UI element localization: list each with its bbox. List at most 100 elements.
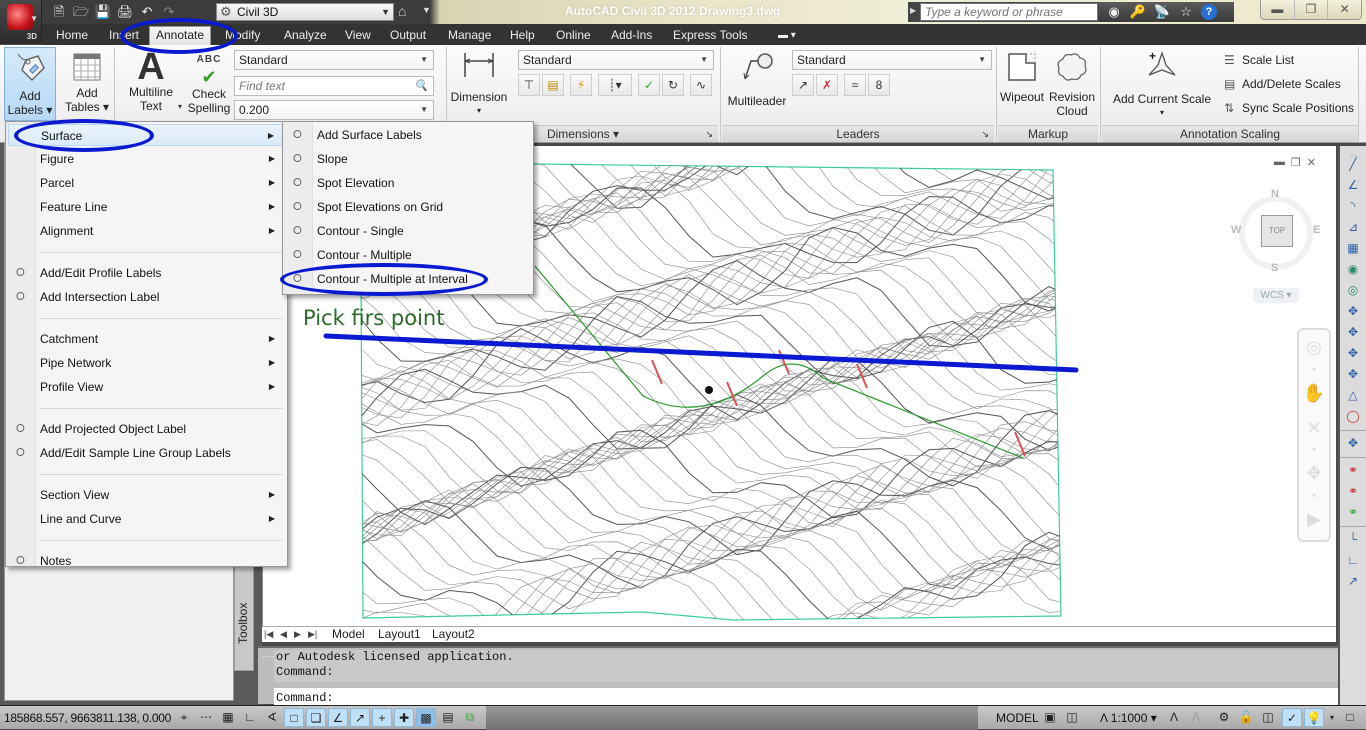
submenu-item-spot-elevations-on-grid[interactable]: ⭘ Spot Elevations on Grid (285, 196, 531, 218)
point-snap-icon[interactable]: ✥ (1340, 301, 1366, 322)
point-select-icon[interactable]: ✥ (1340, 343, 1366, 364)
tab-online[interactable]: Online (550, 27, 597, 45)
application-menu-button[interactable]: ▼ 3D (0, 0, 42, 44)
viewport-restore-icon[interactable]: ❐ (1291, 156, 1301, 169)
toolbar-lock-icon[interactable]: 🔓 (1236, 708, 1256, 727)
compass-west[interactable]: W (1231, 224, 1241, 236)
menu-item-profile-view[interactable]: Profile View ▶ (8, 376, 285, 398)
pan-hand-icon[interactable]: ✋ (1299, 376, 1329, 410)
last-layout-icon[interactable]: ▶| (308, 627, 317, 642)
open-icon[interactable]: 🗁 (72, 3, 90, 21)
dimension-text-edit-icon[interactable]: ▤ (542, 74, 564, 96)
ortho-mode-icon[interactable]: ∟ (240, 708, 260, 727)
tab-help[interactable]: Help (504, 27, 541, 45)
menu-item-catchment[interactable]: Catchment ▶ (8, 328, 285, 350)
station-marker-icon[interactable]: ◯ (1340, 406, 1366, 427)
key-icon[interactable]: 🔑 (1129, 4, 1147, 20)
polar-tracking-icon[interactable]: ∢ (262, 708, 282, 727)
menu-item-add-intersection-label[interactable]: ⭘ Add Intersection Label (8, 286, 285, 308)
menu-item-section-view[interactable]: Section View ▶ (8, 484, 285, 506)
slope-tool-icon[interactable]: ∠ (1340, 175, 1366, 196)
tab-model[interactable]: Model (332, 627, 365, 642)
clean-screen-icon[interactable]: □ (1340, 708, 1360, 727)
grid-display-icon[interactable]: ▦ (218, 708, 238, 727)
curve-tool-icon[interactable]: ◝ (1340, 196, 1366, 217)
text-height-dropdown[interactable]: 0.200 ▼ (234, 100, 434, 120)
baseline-dimension-icon[interactable]: ⊤ (518, 74, 540, 96)
menu-item-feature-line[interactable]: Feature Line ▶ (8, 196, 285, 218)
chevron-down-icon[interactable]: ▾ (178, 102, 182, 111)
menu-item-figure[interactable]: Figure ▶ (8, 148, 285, 170)
markup-panel-title[interactable]: Markup (998, 125, 1098, 142)
showmotion-icon[interactable]: ▶ (1299, 502, 1329, 536)
add-delete-scales-button[interactable]: ▤ Add/Delete Scales (1224, 74, 1341, 94)
compass-north[interactable]: N (1271, 188, 1279, 200)
revision-cloud-button[interactable]: Revision Cloud (1046, 51, 1098, 121)
star-icon[interactable]: ☆ (1177, 4, 1195, 20)
object-snap-icon[interactable]: □ (284, 708, 304, 727)
next-layout-icon[interactable]: ▶ (294, 627, 301, 642)
wipeout-button[interactable]: Wipeout (998, 51, 1046, 121)
dynamic-ucs-icon[interactable]: ↗ (350, 708, 370, 727)
menu-item-pipe-network[interactable]: Pipe Network ▶ (8, 352, 285, 374)
quick-properties-icon[interactable]: ▤ (438, 708, 458, 727)
command-input[interactable]: Command: (274, 688, 1366, 706)
dimension-check-icon[interactable]: ✓ (638, 74, 660, 96)
add-labels-button[interactable]: Add Labels ▾ (4, 47, 56, 121)
point-snap-a-icon[interactable]: ✥ (1340, 322, 1366, 343)
save-icon[interactable]: 💾 (94, 3, 112, 21)
quick-dimension-icon[interactable]: ⚡ (570, 74, 592, 96)
profile-tool-icon[interactable]: ╱ (1340, 154, 1366, 175)
viewcube[interactable]: TOP N S E W (1231, 188, 1321, 278)
keyword-search-input[interactable] (920, 3, 1098, 21)
jogged-line-icon[interactable]: ∿ (690, 74, 712, 96)
submenu-item-contour-single[interactable]: ⭘ Contour - Single (285, 220, 531, 242)
workspace-switching-icon[interactable]: ⚙ (1214, 708, 1234, 727)
steering-wheel-icon[interactable]: ◎ (1299, 330, 1329, 364)
menu-item-add-edit-sample-line-group-labels[interactable]: ⭘ Add/Edit Sample Line Group Labels (8, 442, 285, 464)
leaders-panel-title[interactable]: Leaders ↘ (722, 125, 994, 142)
station-point-icon[interactable]: ⚭ (1340, 502, 1366, 523)
annotation-scaling-panel-title[interactable]: Annotation Scaling (1102, 125, 1358, 142)
first-layout-icon[interactable]: |◀ (264, 627, 273, 642)
quick-view-layouts-icon[interactable]: ▣ (1040, 708, 1060, 727)
status-menu-icon[interactable]: ▾ (1326, 708, 1338, 727)
tab-analyze[interactable]: Analyze (278, 27, 333, 45)
compass-east[interactable]: E (1313, 224, 1320, 236)
multileader-button[interactable]: Multileader (724, 51, 790, 121)
table-tool-icon[interactable]: ▦ (1340, 238, 1366, 259)
snap-mode-icon[interactable]: ⋯ (196, 708, 216, 727)
workspace-dropdown[interactable]: ⚙ Civil 3D ▼ (216, 3, 394, 21)
point-transform-icon[interactable]: ✥ (1340, 433, 1366, 454)
station-offset-icon[interactable]: ⚭ (1340, 460, 1366, 481)
tab-home[interactable]: Home (50, 27, 94, 45)
isolate-objects-icon[interactable]: ✓ (1282, 708, 1302, 727)
tab-add-ins[interactable]: Add-Ins (605, 27, 658, 45)
undo-icon[interactable]: ↶ (138, 3, 156, 21)
remove-leader-icon[interactable]: ✗ (816, 74, 838, 96)
tab-view[interactable]: View (339, 27, 377, 45)
dimension-style-dropdown[interactable]: Standard ▼ (518, 50, 714, 70)
infer-constraints-icon[interactable]: ⌖ (174, 708, 194, 727)
tab-express-tools[interactable]: Express Tools (667, 27, 753, 45)
find-text-input[interactable]: Find text 🔍 (234, 76, 434, 96)
tab-manage[interactable]: Manage (442, 27, 497, 45)
hardware-acceleration-icon[interactable]: ◫ (1258, 708, 1278, 727)
transparency-icon[interactable]: ▩ (416, 708, 436, 727)
help-icon[interactable]: ? (1201, 4, 1217, 20)
model-space-toggle[interactable]: MODEL (996, 706, 1039, 730)
ribbon-minimize-toggle[interactable]: ▬ ▾ (772, 27, 802, 45)
print-icon[interactable]: 🖨 (116, 3, 134, 21)
qat-menu-icon[interactable]: ▼ (422, 5, 431, 15)
multiline-text-button[interactable]: A Multiline Text (124, 48, 178, 121)
submenu-item-add-surface-labels[interactable]: ⭘ Add Surface Labels (285, 124, 531, 146)
angle-tool-icon[interactable]: ∟ (1340, 550, 1366, 571)
align-leaders-icon[interactable]: ≈ (844, 74, 866, 96)
lineweight-icon[interactable]: ✚ (394, 708, 414, 727)
expand-arrow-icon[interactable]: ▶ (910, 6, 916, 15)
selection-cycling-icon[interactable]: ⧉ (460, 708, 480, 727)
add-current-scale-button[interactable]: + Add Current Scale ▾ (1106, 49, 1218, 121)
check-spelling-button[interactable]: ABC ✔ Check Spelling (186, 53, 232, 123)
scale-list-button[interactable]: ☰ Scale List (1224, 50, 1294, 70)
close-button[interactable]: ✕ (1328, 0, 1361, 19)
